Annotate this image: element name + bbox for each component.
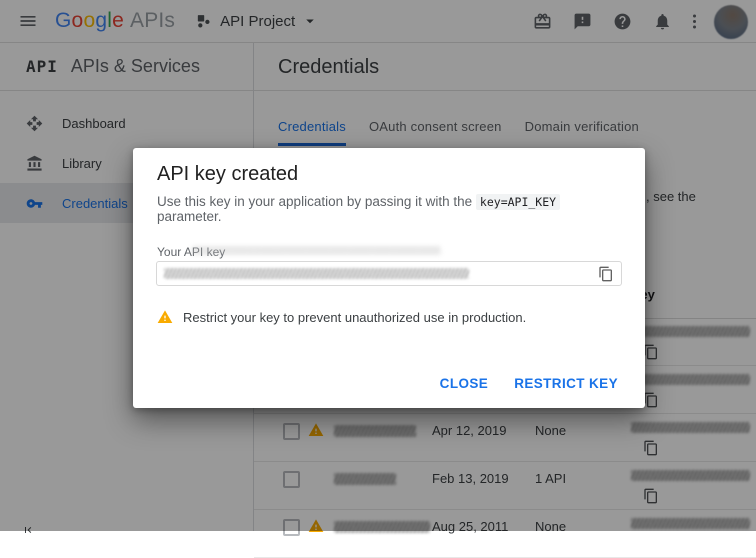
dialog-body: Use this key in your application by pass… — [157, 194, 627, 224]
copy-icon — [598, 266, 614, 282]
api-key-parameter-chip: key=API_KEY — [476, 194, 560, 210]
api-key-field[interactable] — [156, 261, 622, 286]
dialog-warning: Restrict your key to prevent unauthorize… — [157, 309, 526, 325]
dialog-body-suffix: parameter. — [157, 209, 222, 224]
redacted-api-key-value — [164, 268, 469, 279]
restrict-key-button[interactable]: RESTRICT KEY — [501, 366, 631, 401]
copy-api-key-button[interactable] — [598, 266, 614, 282]
dialog-actions: CLOSERESTRICT KEY — [427, 366, 631, 401]
warning-icon — [157, 309, 173, 325]
close-button[interactable]: CLOSE — [427, 366, 502, 401]
api-key-created-dialog: API key created Use this key in your app… — [133, 148, 645, 408]
redaction-smudge — [191, 246, 441, 255]
dialog-title: API key created — [157, 163, 298, 186]
dialog-body-prefix: Use this key in your application by pass… — [157, 194, 476, 209]
dialog-warning-text: Restrict your key to prevent unauthorize… — [183, 310, 526, 325]
